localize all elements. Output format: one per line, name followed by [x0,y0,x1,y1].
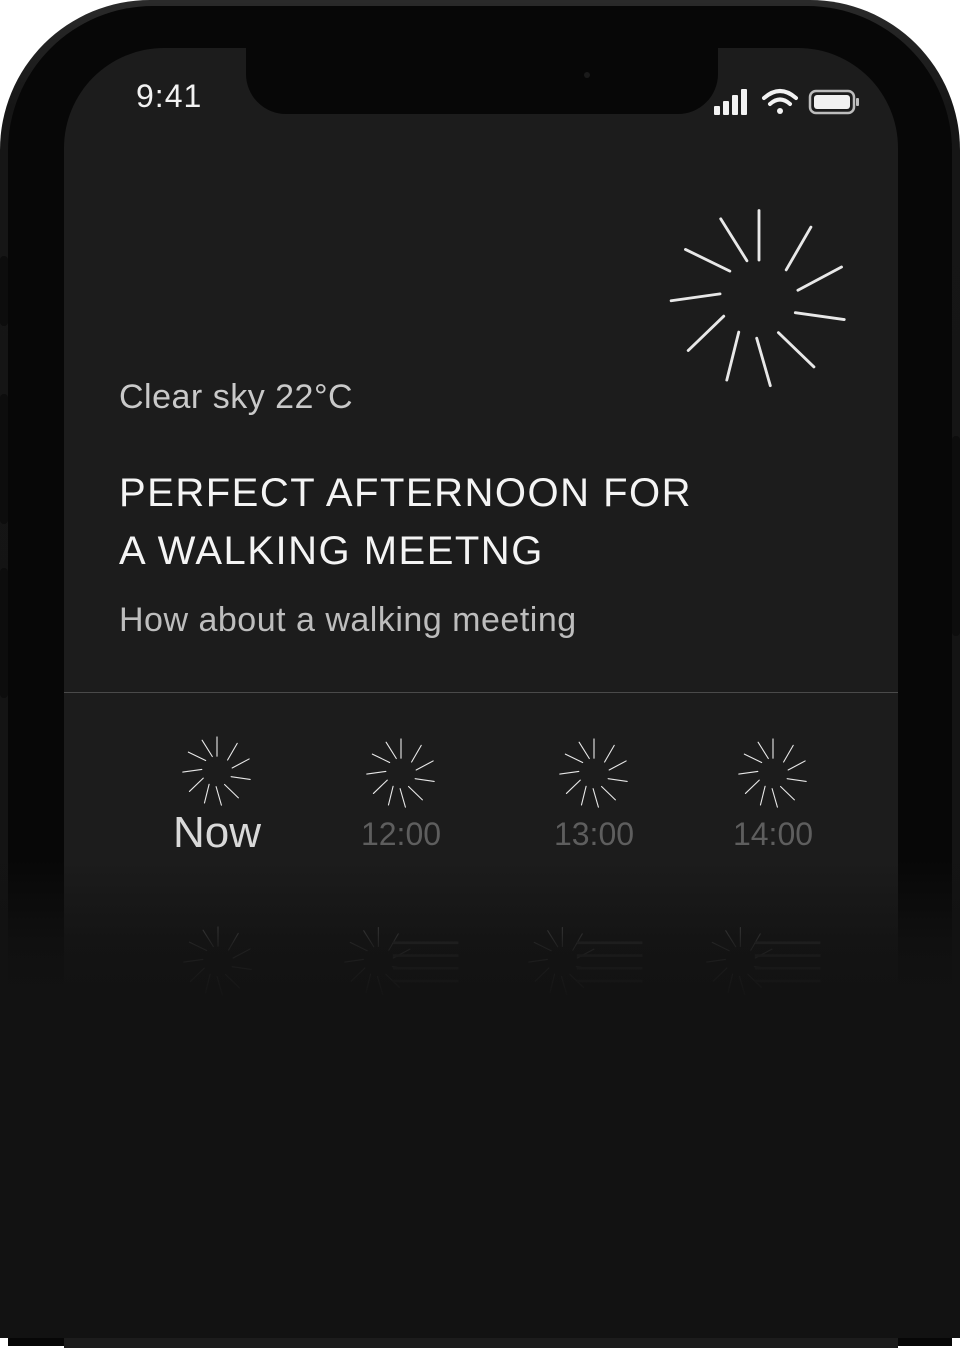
headline: PERFECT AFTERNOON FOR A WALKING MEETNG [119,464,759,580]
wifi-icon [762,89,798,114]
hour-label: 13:00 [553,816,635,852]
clear-sky-sun-icon [737,737,808,809]
clear-sky-sun-icon [365,737,436,809]
signal-icon [714,89,747,115]
volume-up-button [0,394,8,524]
hour-label: 12:00 [360,816,442,852]
hourly-forecast-now[interactable]: Now [142,734,292,858]
hourly-forecast-1400[interactable]: 14:00 [698,736,848,853]
status-icons [714,89,859,115]
power-button [952,436,960,636]
clear-sky-sun-icon [181,735,252,807]
front-camera [584,72,590,78]
headline-line-1: PERFECT AFTERNOON FOR [119,471,693,515]
divider [64,692,898,693]
headline-line-2: A WALKING MEETNG [119,529,544,573]
battery-icon [808,89,859,115]
volume-down-button [0,568,8,698]
hourly-forecast-1200[interactable]: 12:00 [326,736,476,853]
status-time: 9:41 [136,78,203,114]
clear-sky-sun-icon [669,209,846,388]
hourly-forecast-1300[interactable]: 13:00 [519,736,669,853]
hour-label: 14:00 [732,816,814,852]
weather-condition: Clear sky 22°C [119,378,354,416]
notch [246,48,718,114]
hour-label: Now [172,808,262,857]
clear-sky-sun-icon [558,737,629,809]
subtitle: How about a walking meeting [119,601,577,639]
bottom-fade-overlay [0,860,960,1338]
mute-switch [0,256,8,326]
